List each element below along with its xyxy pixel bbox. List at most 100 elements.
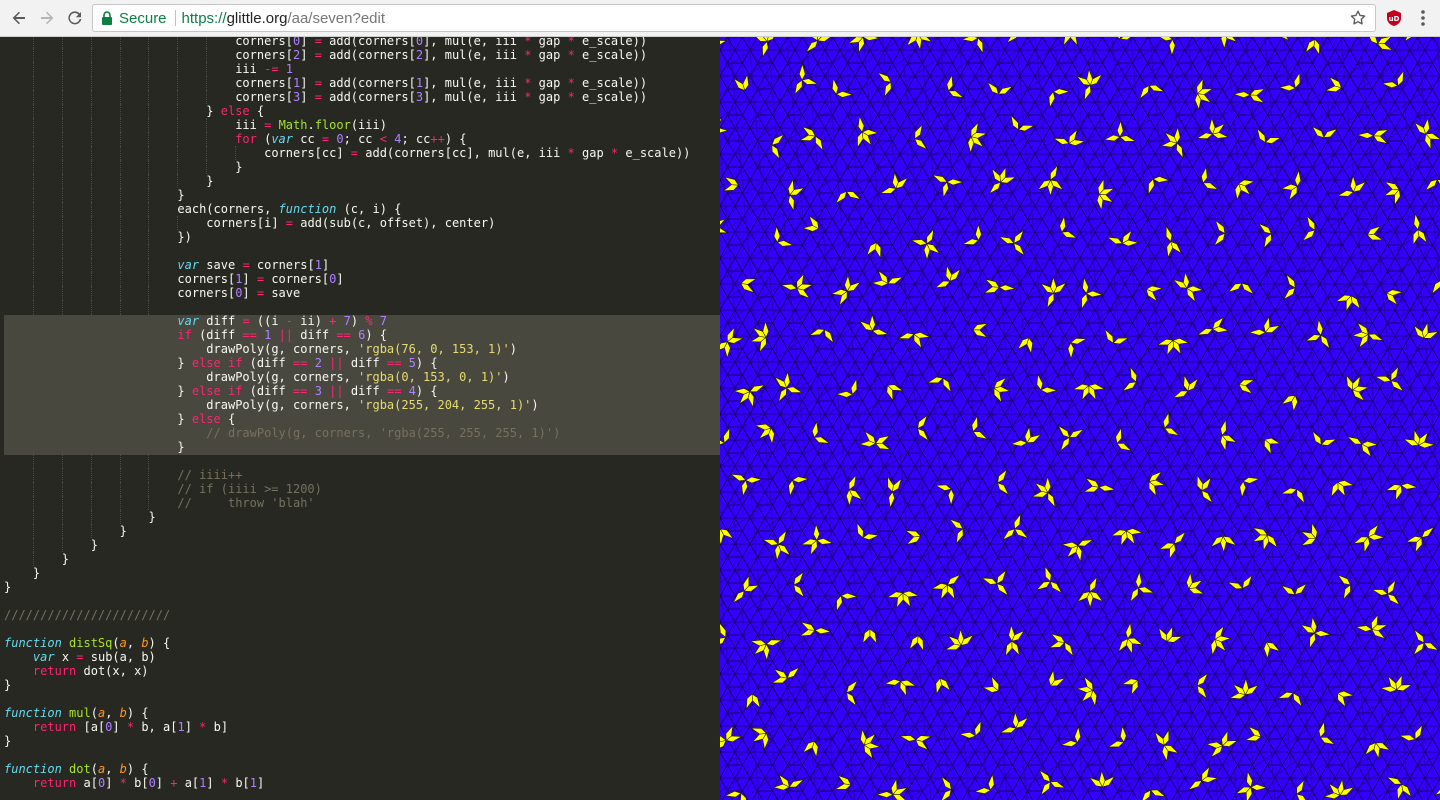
back-button[interactable] [6,6,32,30]
indent-guide [61,342,63,356]
code-token: ( [90,706,98,720]
indent-guide [177,132,179,146]
indent-guide [90,132,92,146]
bookmark-star-icon[interactable] [1349,9,1367,31]
reload-button[interactable] [62,6,88,30]
indent-guide [32,496,34,510]
code-token: save [199,258,243,272]
code-line: // iiii++ [4,468,690,482]
indent-guide [177,76,179,90]
code-token: ] [300,37,315,48]
address-bar[interactable]: Secure https://glittle.org/aa/seven?edit [92,4,1376,32]
code-token: add(corners[ [321,48,416,62]
indent-guide [90,314,92,328]
indent-guide [61,37,63,48]
code-token: (diff [191,328,243,342]
code-token: add(corners[ [321,37,416,48]
indent-guide [119,104,121,118]
code-token: } [4,580,12,594]
code-line: } [4,440,690,454]
code-token: ii) [293,314,330,328]
indent-guide [61,524,63,538]
indent-guide [61,384,63,398]
indent-guide [61,174,63,188]
code-token: diff [343,356,387,370]
indent-guide [90,454,92,468]
indent-guide [32,426,34,440]
indent-guide [32,440,34,454]
code-token: corners[cc] [264,146,351,160]
code-token: || [329,356,344,370]
indent-guide [61,258,63,272]
code-token: drawPoly(g, corners, [206,398,359,412]
indent-guide [148,174,150,188]
indent-guide [90,146,92,160]
indent-guide [61,314,63,328]
code-token: diff [343,384,387,398]
code-token: ++ [430,132,445,146]
indent-guide [32,314,34,328]
code-line: iii = Math.floor(iii) [4,118,690,132]
indent-guide [61,468,63,482]
indent-guide [148,258,150,272]
code-token: = [314,48,322,62]
indent-guide [61,230,63,244]
indent-guide [32,37,34,48]
indent-guide [119,132,121,146]
code-token: gap [531,90,568,104]
code-line: drawPoly(g, corners, 'rgba(76, 0, 153, 1… [4,342,690,356]
indent-guide [119,76,121,90]
indent-guide [148,188,150,202]
code-token: || [329,384,344,398]
menu-icon[interactable] [1413,8,1433,28]
code-token: ], mul(e, iii [423,37,525,48]
indent-guide [119,384,121,398]
extension-icon[interactable]: uD [1385,9,1403,27]
code-token: - [285,314,294,328]
code-token: ) [531,398,539,412]
code-token: corners[ [235,90,293,104]
code-token: return [32,720,77,734]
indent-guide [32,132,34,146]
forward-button[interactable] [34,6,60,30]
indent-guide [119,398,121,412]
code-token: var [177,314,200,328]
code-token: == [293,384,308,398]
indent-guide [177,90,179,104]
code-token: e_scale)) [574,37,648,48]
indent-guide [119,202,121,216]
indent-guide [61,286,63,300]
indent-guide [61,62,63,76]
code-token: iii [235,118,265,132]
code-token: corners[ [177,272,236,286]
code-token: e_scale)) [618,146,691,160]
code-line: corners[0] = add(corners[0], mul(e, iii … [4,37,690,48]
indent-guide [177,398,179,412]
indent-guide [61,328,63,342]
indent-guide [32,538,34,552]
indent-guide [177,342,179,356]
indent-guide [148,342,150,356]
code-editor[interactable]: corners[0] = add(corners[0], mul(e, iii … [0,37,720,800]
indent-guide [206,132,208,146]
code-token: } [90,538,98,552]
indent-guide [119,454,121,468]
render-canvas[interactable] [720,37,1440,800]
code-line: } [4,552,690,566]
code-token: corners[ [249,258,315,272]
code-token: 2 [415,48,424,62]
code-token: ] [184,720,200,734]
code-line: corners[2] = add(corners[2], mul(e, iii … [4,48,690,62]
code-line: function distSq(a, b) { [4,636,690,650]
code-token: (c, i) { [336,202,402,216]
indent-guide [119,244,121,258]
code-token: , [105,762,120,776]
indent-guide [61,188,63,202]
code-token: ( [90,762,98,776]
